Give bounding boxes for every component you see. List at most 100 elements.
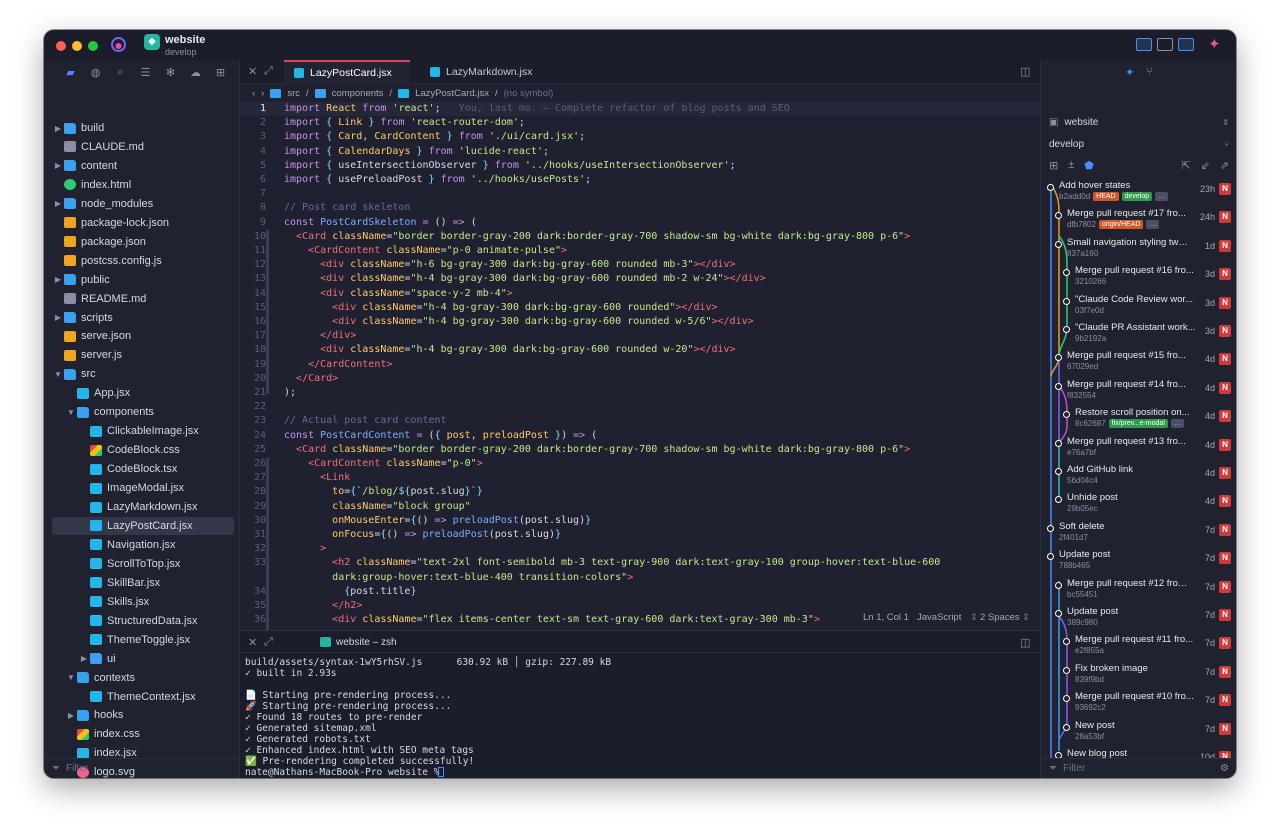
chevron-right-icon[interactable]: ▶ (52, 199, 64, 208)
file-tree-item[interactable]: postcss.config.js (52, 252, 234, 270)
file-tree-item[interactable]: Skills.jsx (52, 593, 234, 611)
split-terminal-icon[interactable]: ◫ (1020, 636, 1030, 649)
chevron-right-icon[interactable]: ▶ (52, 124, 64, 133)
chevron-right-icon[interactable]: ▶ (52, 161, 64, 170)
commit-filter-input[interactable]: Filter (1063, 763, 1085, 774)
file-tree-item[interactable]: serve.json (52, 327, 234, 345)
close-window-button[interactable] (56, 41, 66, 51)
file-tree-item[interactable]: README.md (52, 290, 234, 308)
code-line[interactable]: 18 <div className="h-4 bg-gray-300 dark:… (240, 343, 1040, 357)
code-line[interactable]: 30 onMouseEnter={() => preloadPost(post.… (240, 514, 1040, 528)
file-tree-item[interactable]: LazyPostCard.jsx (52, 516, 234, 535)
code-line[interactable]: 1 import React from 'react'; You, last mo… (240, 102, 1040, 117)
close-icon[interactable]: ✕ (248, 65, 257, 78)
file-filter-input[interactable]: Filter (66, 763, 88, 774)
file-tree-item[interactable]: CodeBlock.tsx (52, 460, 234, 478)
settings-gear-icon[interactable]: ⚙ (1220, 763, 1229, 774)
code-line[interactable]: 22 (240, 400, 1040, 414)
split-editor-icon[interactable]: ◫ (1020, 65, 1030, 78)
shield-icon[interactable]: ⬟ (1084, 159, 1094, 172)
commit-row[interactable]: Update post 389c980 7d N (1041, 602, 1236, 630)
minimize-window-button[interactable] (72, 41, 82, 51)
file-tree-item[interactable]: ▶ scripts (52, 309, 234, 327)
chevron-down-icon[interactable]: ▼ (52, 370, 64, 379)
code-editor[interactable]: 1 import React from 'react'; You, last mo… (240, 102, 1040, 630)
more-badge[interactable]: … (1146, 220, 1160, 230)
commit-row[interactable]: Unhide post 29b05ec 4d N (1041, 488, 1236, 516)
code-line[interactable]: 5 import { useIntersectionObserver } from… (240, 159, 1040, 173)
close-icon[interactable]: ✕ (248, 636, 257, 649)
file-filter-bar[interactable]: ⏷ Filter (44, 758, 240, 778)
file-tree-item[interactable]: ThemeToggle.jsx (52, 631, 234, 649)
chevron-down-icon[interactable]: ▼ (65, 673, 77, 682)
chevron-right-icon[interactable]: ▶ (78, 654, 90, 663)
commit-row[interactable]: Merge pull request #17 fro... dfb7802 orig… (1041, 204, 1236, 232)
chevron-right-icon[interactable]: ▶ (52, 275, 64, 284)
code-line[interactable]: 29 className="block group" (240, 500, 1040, 514)
file-tree-item[interactable]: ▼ src (52, 365, 234, 383)
branch-selector[interactable]: develop ⑂ (1041, 134, 1236, 154)
file-tree-item[interactable]: ClickableImage.jsx (52, 422, 234, 440)
commit-row[interactable]: Merge pull request #13 fro... e76a7bf 4d N (1041, 432, 1236, 460)
commit-row[interactable]: Merge pull request #12 from... bc55451 7d N (1041, 574, 1236, 602)
pull-icon[interactable]: ⇙ (1201, 159, 1210, 172)
project-branch[interactable]: develop (165, 47, 197, 57)
file-tree-item[interactable]: ▶ build (52, 119, 234, 137)
code-line[interactable]: 33 <h2 className="text-2xl font-semibold… (240, 556, 1040, 570)
code-line[interactable]: 9 const PostCardSkeleton = () => ( (240, 216, 1040, 230)
project-name[interactable]: website (165, 34, 205, 46)
code-line[interactable]: 34 {post.title} (240, 585, 1040, 599)
code-line[interactable]: 23// Actual post card content (240, 414, 1040, 428)
branch-badge[interactable]: origin/HEAD (1098, 220, 1144, 230)
code-line[interactable]: 32 > (240, 542, 1040, 556)
repo-selector[interactable]: ▣ website ⇕ (1041, 112, 1236, 132)
forward-icon[interactable]: › (261, 88, 264, 99)
code-line[interactable]: dark:group-hover:text-blue-400 transitio… (240, 571, 1040, 585)
file-tree-item[interactable]: ▶ content (52, 157, 234, 175)
file-tree-item[interactable]: CLAUDE.md (52, 138, 234, 156)
commit-row[interactable]: Merge pull request #11 fro... e2f855a 7d N (1041, 630, 1236, 658)
toggle-left-sidebar-button[interactable] (1136, 38, 1152, 51)
code-line[interactable]: 14 <div className="space-y-2 mb-4"> (240, 287, 1040, 301)
cursor-position[interactable]: Ln 1, Col 1 (863, 612, 909, 623)
cloud-icon[interactable]: ☁ (183, 66, 208, 79)
open-external-icon[interactable]: ⇱ (1181, 159, 1190, 172)
file-tree-item[interactable]: ScrollToTop.jsx (52, 555, 234, 573)
toggle-bottom-panel-button[interactable] (1157, 38, 1173, 51)
code-line[interactable]: 12 <div className="h-6 bg-gray-300 dark:… (240, 258, 1040, 272)
breadcrumb-components[interactable]: components (332, 88, 384, 99)
code-line[interactable]: 16 <div className="h-4 bg-gray-300 dark:… (240, 315, 1040, 329)
breadcrumb-file[interactable]: LazyPostCard.jsx (415, 88, 489, 99)
code-line[interactable]: 26 <CardContent className="p-0"> (240, 457, 1040, 471)
code-line[interactable]: 27 <Link (240, 471, 1040, 485)
back-icon[interactable]: ‹ (252, 88, 255, 99)
toggle-right-sidebar-button[interactable] (1178, 38, 1194, 51)
globe-icon[interactable]: ◍ (83, 66, 108, 79)
tab-lazymarkdown[interactable]: LazyMarkdown.jsx (420, 60, 550, 84)
commit-row[interactable]: Small navigation styling twea... 837a160 1… (1041, 233, 1236, 261)
commit-row[interactable]: Soft delete 2f401d7 7d N (1041, 517, 1236, 545)
file-tree-item[interactable]: package.json (52, 233, 234, 251)
zoom-window-button[interactable] (88, 41, 98, 51)
file-tree-item[interactable]: App.jsx (52, 384, 234, 402)
code-line[interactable]: 20 </Card> (240, 372, 1040, 386)
file-tree-item[interactable]: ▼ contexts (52, 669, 234, 687)
expand-icon[interactable]: ⤢ (264, 636, 273, 649)
commit-row[interactable]: "Claude PR Assistant work... 9b2192a 3d N (1041, 318, 1236, 346)
terminal-tab[interactable]: website – zsh (320, 631, 397, 653)
file-tree-item[interactable]: SkillBar.jsx (52, 574, 234, 592)
expand-icon[interactable]: ⤢ (264, 65, 273, 78)
code-line[interactable]: 21); (240, 386, 1040, 400)
breadcrumb-symbol[interactable]: (no symbol) (504, 88, 554, 99)
file-tree-item[interactable]: package-lock.json (52, 214, 234, 232)
code-line[interactable]: 17 </div> (240, 329, 1040, 343)
more-badge[interactable]: … (1170, 419, 1184, 429)
commit-row[interactable]: Merge pull request #16 fro... 3210266 3d N (1041, 261, 1236, 289)
file-tree-item[interactable]: ThemeContext.jsx (52, 688, 234, 706)
file-tree-item[interactable]: server.js (52, 346, 234, 364)
file-tree-item[interactable]: ▼ components (52, 403, 234, 421)
file-tree-item[interactable]: ▶ public (52, 271, 234, 289)
chevron-down-icon[interactable]: ▼ (65, 408, 77, 417)
commit-row[interactable]: Merge pull request #14 fro... f832554 4d N (1041, 375, 1236, 403)
asterisk-icon[interactable]: ✻ (158, 66, 183, 79)
